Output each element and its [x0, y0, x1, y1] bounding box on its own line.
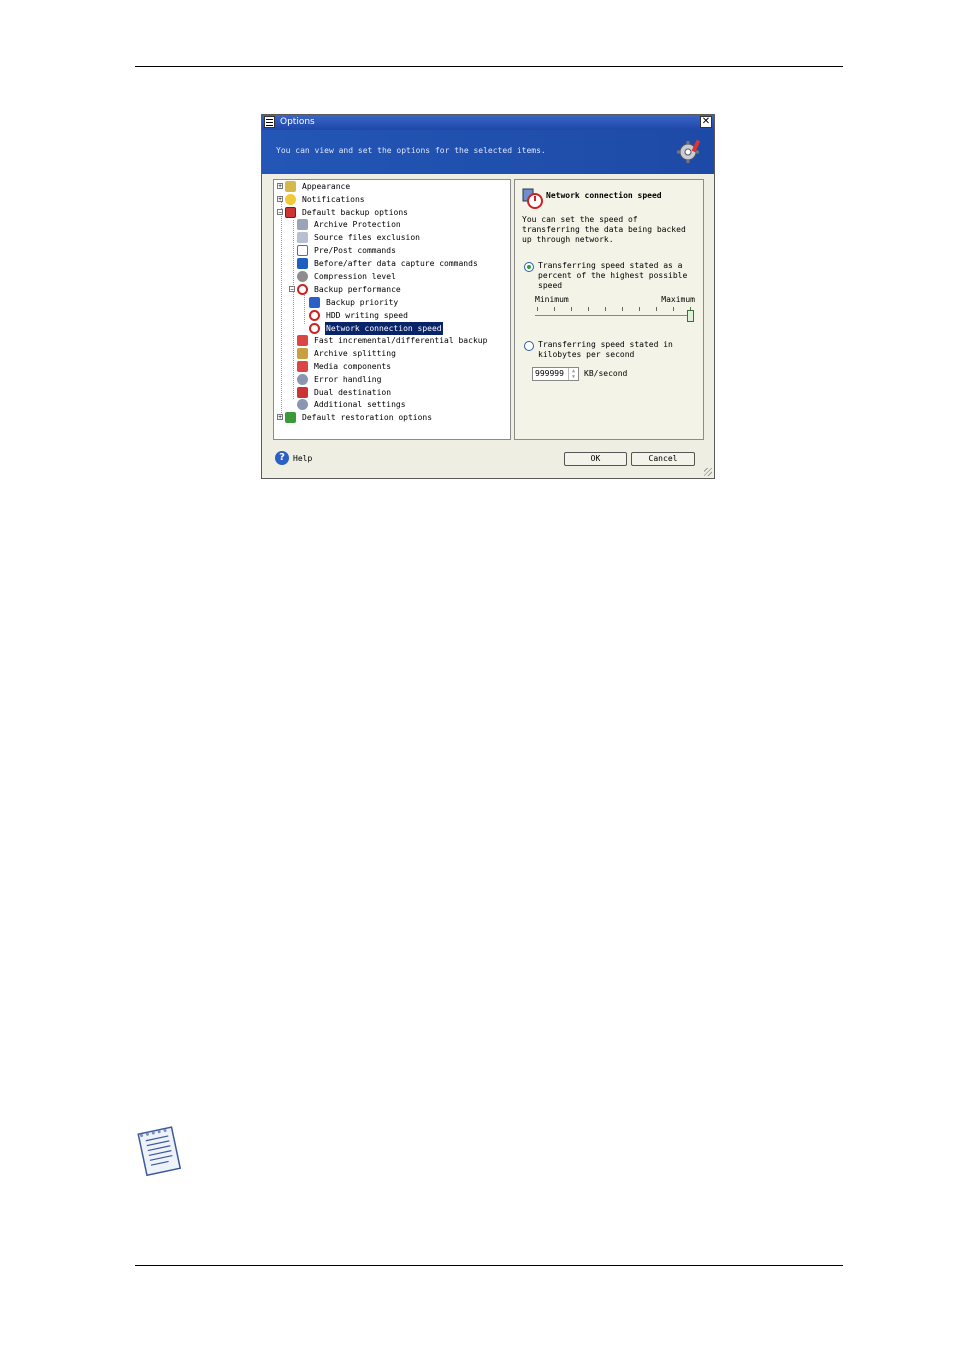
- footer-rule: [135, 1265, 843, 1266]
- tree-item-label: Archive splitting: [314, 349, 396, 358]
- tree-item-label: Compression level: [314, 272, 396, 281]
- options-gear-icon: [677, 139, 701, 163]
- tree-item-backup-priority[interactable]: Backup priority: [274, 296, 510, 309]
- panel-heading: Network connection speed: [546, 191, 662, 200]
- slider-tick: [571, 307, 572, 311]
- panel-description: You can set the speed of transferring th…: [522, 215, 686, 244]
- command-window-icon: [297, 245, 308, 256]
- tree-item-label: HDD writing speed: [326, 311, 408, 320]
- media-icon: [297, 361, 308, 372]
- tree-item-hdd-writing-speed[interactable]: HDD writing speed: [274, 309, 510, 322]
- ok-button[interactable]: OK: [564, 452, 627, 466]
- lock-icon: [297, 219, 308, 230]
- tree-item-compression-level[interactable]: Compression level: [274, 270, 510, 283]
- slider-tick: [656, 307, 657, 311]
- network-speed-icon: [522, 188, 543, 209]
- banner-text: You can view and set the options for the…: [276, 146, 546, 155]
- tree-item-backup-performance[interactable]: − Backup performance: [274, 283, 510, 296]
- spin-arrows-icon[interactable]: ▲ ▼: [568, 368, 578, 380]
- options-tree: + Appearance + Notifications − Default b…: [273, 179, 511, 440]
- tree-item-label: Source files exclusion: [314, 233, 420, 242]
- slider-tick: [588, 307, 589, 311]
- expand-icon[interactable]: +: [277, 183, 283, 190]
- splitting-icon: [297, 348, 308, 359]
- tree-item-label: Additional settings: [314, 400, 406, 409]
- tree-item-label: Media components: [314, 362, 392, 371]
- cancel-button[interactable]: Cancel: [631, 452, 695, 466]
- slider-tick: [537, 307, 538, 311]
- speedometer-icon: [309, 323, 320, 334]
- tree-item-label: Backup performance: [314, 285, 401, 294]
- tree-item-archive-protection[interactable]: Archive Protection: [274, 218, 510, 231]
- kbps-speed-radio[interactable]: [524, 341, 534, 351]
- tree-item-label: Default restoration options: [302, 413, 433, 422]
- collapse-icon[interactable]: −: [277, 209, 283, 216]
- header-banner: You can view and set the options for the…: [262, 130, 714, 174]
- file-exclusion-icon: [297, 232, 308, 243]
- tree-item-label: Pre/Post commands: [314, 246, 396, 255]
- settings-panel: Network connection speed You can set the…: [514, 179, 704, 440]
- tree-item-label: Before/after data capture commands: [314, 259, 478, 268]
- tree-item-label: Fast incremental/differential backup: [314, 336, 488, 345]
- kbps-value: 999999: [535, 369, 564, 378]
- tree-item-pre-post-commands[interactable]: Pre/Post commands: [274, 244, 510, 257]
- tree-item-label: Backup priority: [326, 298, 399, 307]
- options-dialog: Options ✕ You can view and set the optio…: [261, 114, 715, 479]
- backup-options-icon: [285, 207, 296, 218]
- close-icon[interactable]: ✕: [700, 116, 712, 128]
- console-icon: [297, 258, 308, 269]
- collapse-icon[interactable]: −: [289, 286, 295, 293]
- slider-tick: [622, 307, 623, 311]
- speed-slider-thumb[interactable]: [687, 310, 694, 322]
- error-handling-icon: [297, 374, 308, 385]
- compression-icon: [297, 271, 308, 282]
- resize-grip-icon[interactable]: [704, 468, 712, 476]
- help-link[interactable]: Help: [293, 454, 312, 463]
- priority-icon: [309, 297, 320, 308]
- tree-item-additional-settings[interactable]: Additional settings: [274, 398, 510, 411]
- slider-tick: [673, 307, 674, 311]
- incremental-icon: [297, 335, 308, 346]
- appearance-icon: [285, 181, 296, 192]
- kbps-spinbox[interactable]: 999999 ▲ ▼: [532, 367, 579, 381]
- dual-destination-icon: [297, 387, 308, 398]
- window-title: Options: [280, 117, 315, 127]
- tree-item-error-handling[interactable]: Error handling: [274, 373, 510, 386]
- slider-tick: [554, 307, 555, 311]
- kbps-unit-label: KB/second: [584, 369, 628, 378]
- kbps-speed-label: Transferring speed stated in kilobytes p…: [538, 340, 673, 359]
- tree-item-label: Appearance: [302, 182, 351, 191]
- header-rule: [135, 66, 843, 67]
- slider-min-label: Minimum: [535, 295, 569, 304]
- tree-item-media-components[interactable]: Media components: [274, 360, 510, 373]
- tree-item-label: Archive Protection: [314, 220, 401, 229]
- window-menu-icon[interactable]: [264, 116, 275, 128]
- percent-speed-label: Transferring speed stated as a percent o…: [538, 261, 688, 290]
- expand-icon[interactable]: +: [277, 414, 283, 421]
- speedometer-icon: [297, 284, 308, 295]
- tree-item-appearance[interactable]: + Appearance: [274, 180, 510, 193]
- tree-item-label: Notifications: [302, 195, 365, 204]
- tree-item-archive-splitting[interactable]: Archive splitting: [274, 347, 510, 360]
- restoration-options-icon: [285, 412, 296, 423]
- tree-item-source-files-exclusion[interactable]: Source files exclusion: [274, 231, 510, 244]
- tree-item-before-after-data-capture[interactable]: Before/after data capture commands: [274, 257, 510, 270]
- tree-item-fast-incremental[interactable]: Fast incremental/differential backup: [274, 334, 510, 347]
- tree-item-default-restoration-options[interactable]: + Default restoration options: [274, 411, 510, 424]
- slider-tick: [639, 307, 640, 311]
- speedometer-icon: [309, 310, 320, 321]
- slider-max-label: Maximum: [661, 295, 695, 304]
- speed-slider[interactable]: [535, 315, 691, 316]
- expand-icon[interactable]: +: [277, 196, 283, 203]
- note-icon: [137, 1126, 182, 1176]
- tree-item-notifications[interactable]: + Notifications: [274, 193, 510, 206]
- notifications-icon: [285, 194, 296, 205]
- percent-speed-radio[interactable]: [524, 262, 534, 272]
- title-bar[interactable]: Options ✕: [262, 115, 714, 130]
- help-icon[interactable]: ?: [275, 451, 289, 465]
- slider-tick: [605, 307, 606, 311]
- tree-item-label: Error handling: [314, 375, 382, 384]
- settings-icon: [297, 399, 308, 410]
